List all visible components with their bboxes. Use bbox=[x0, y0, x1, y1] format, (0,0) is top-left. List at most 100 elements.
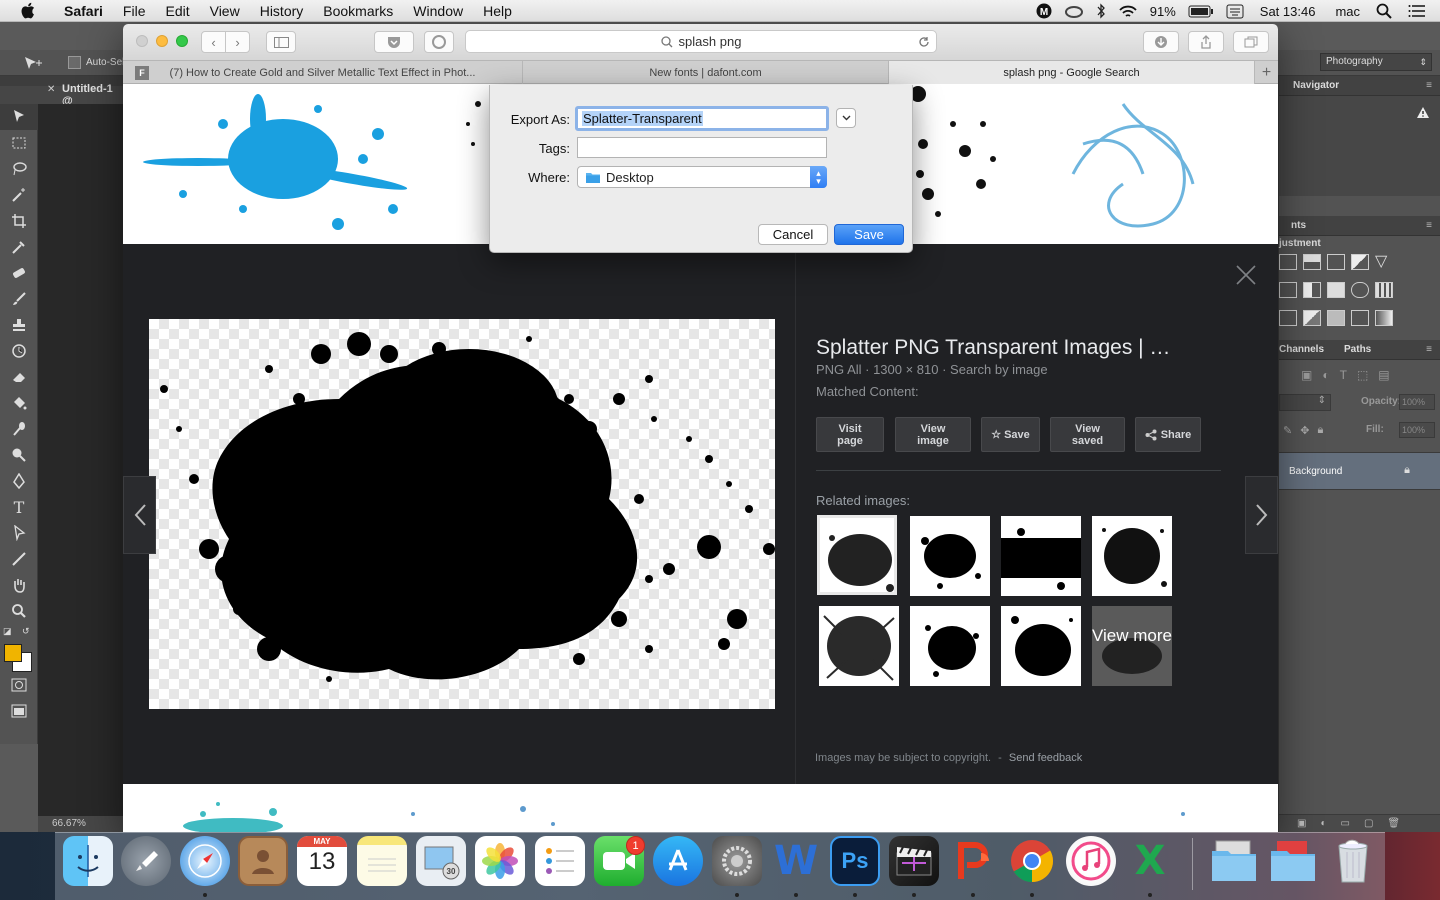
line-tool-icon[interactable] bbox=[0, 546, 38, 572]
doc-close-icon[interactable]: ✕ bbox=[47, 84, 55, 95]
gradient-map-icon[interactable] bbox=[1375, 310, 1393, 326]
tab-dafont[interactable]: New fonts | dafont.com bbox=[523, 61, 889, 84]
shape-filter-icon[interactable]: ⬚ bbox=[1357, 368, 1368, 382]
menu-view[interactable]: View bbox=[200, 3, 250, 19]
type-filter-icon[interactable]: T bbox=[1340, 368, 1347, 382]
crop-tool-icon[interactable] bbox=[0, 208, 38, 234]
wifi-icon[interactable] bbox=[1112, 0, 1144, 22]
default-colors-icon[interactable]: ◪ bbox=[3, 626, 12, 637]
save-image-button[interactable]: ☆ Save bbox=[981, 417, 1040, 452]
move-tool-icon[interactable] bbox=[0, 104, 38, 130]
invert-icon[interactable] bbox=[1279, 310, 1297, 326]
auto-select-checkbox[interactable] bbox=[68, 56, 81, 69]
launchpad-icon[interactable] bbox=[121, 836, 171, 886]
photoshop-icon[interactable]: Ps bbox=[830, 836, 880, 886]
brush-tool-icon[interactable] bbox=[0, 286, 38, 312]
panel-menu-icon[interactable]: ≡ bbox=[1426, 344, 1432, 355]
marquee-tool-icon[interactable] bbox=[0, 130, 38, 156]
move-tool-icon[interactable] bbox=[22, 55, 44, 74]
visit-page-button[interactable]: Visit page bbox=[816, 417, 884, 452]
menu-app-name[interactable]: Safari bbox=[54, 3, 113, 19]
related-image-thumbnail[interactable] bbox=[817, 515, 897, 595]
powerpoint-icon[interactable] bbox=[948, 836, 998, 886]
next-image-button[interactable] bbox=[1245, 476, 1278, 554]
lock-position-icon[interactable]: ✥ bbox=[1300, 424, 1309, 437]
screen-mode-icon[interactable] bbox=[0, 698, 38, 724]
word-icon[interactable]: W bbox=[771, 836, 821, 886]
blend-mode-select[interactable]: ⇕ bbox=[1279, 394, 1331, 411]
dodge-tool-icon[interactable] bbox=[0, 442, 38, 468]
user-name[interactable]: mac bbox=[1325, 0, 1370, 22]
lasso-tool-icon[interactable] bbox=[0, 156, 38, 182]
tags-input[interactable] bbox=[577, 137, 827, 158]
selective-color-icon[interactable] bbox=[1351, 310, 1369, 326]
eyedropper-tool-icon[interactable] bbox=[0, 234, 38, 260]
workspace-select[interactable]: Photography ⇕ bbox=[1320, 53, 1432, 71]
smart-object-filter-icon[interactable]: ▤ bbox=[1378, 368, 1389, 382]
calendar-icon[interactable]: MAY 13 bbox=[297, 836, 347, 886]
share-button[interactable] bbox=[1188, 31, 1224, 53]
menu-history[interactable]: History bbox=[250, 3, 314, 19]
creative-cloud-icon[interactable] bbox=[1058, 0, 1090, 22]
related-image-thumbnail[interactable] bbox=[1092, 516, 1172, 596]
keyboard-input-icon[interactable] bbox=[1220, 0, 1250, 22]
channels-tab[interactable]: Channels bbox=[1279, 344, 1334, 355]
curves-icon[interactable] bbox=[1327, 254, 1345, 270]
smudge-tool-icon[interactable] bbox=[0, 416, 38, 442]
preview-icon[interactable]: 30 bbox=[416, 836, 466, 886]
hue-saturation-icon[interactable] bbox=[1279, 282, 1297, 298]
color-swatches[interactable]: ◪ ↺ bbox=[0, 624, 37, 672]
final-cut-icon[interactable] bbox=[889, 836, 939, 886]
share-result-button[interactable]: Share bbox=[1135, 417, 1201, 452]
black-white-icon[interactable] bbox=[1327, 282, 1345, 298]
related-image-thumbnail[interactable] bbox=[910, 516, 990, 596]
send-feedback-link[interactable]: Send feedback bbox=[1009, 752, 1082, 764]
pocket-extension-button[interactable] bbox=[374, 31, 414, 53]
documents-stack-icon[interactable] bbox=[1268, 836, 1318, 886]
delete-layer-icon[interactable]: 🗑︎ bbox=[1387, 818, 1400, 829]
previous-image-button[interactable] bbox=[123, 476, 156, 554]
layer-row-background[interactable]: Background 🔒︎ bbox=[1279, 452, 1440, 490]
channel-mixer-icon[interactable] bbox=[1351, 282, 1369, 298]
downloads-stack-icon[interactable] bbox=[1209, 836, 1259, 886]
related-image-thumbnail[interactable] bbox=[819, 606, 899, 686]
menu-bookmarks[interactable]: Bookmarks bbox=[313, 3, 403, 19]
pixel-filter-icon[interactable]: ▣ bbox=[1301, 368, 1312, 382]
eraser-tool-icon[interactable] bbox=[0, 364, 38, 390]
excel-icon[interactable]: X bbox=[1125, 836, 1175, 886]
healing-brush-tool-icon[interactable] bbox=[0, 260, 38, 286]
color-lookup-icon[interactable] bbox=[1375, 282, 1393, 298]
reload-icon[interactable] bbox=[918, 36, 930, 48]
close-panel-button[interactable] bbox=[1235, 264, 1257, 289]
new-layer-icon[interactable]: ▢ bbox=[1364, 818, 1373, 829]
threshold-icon[interactable] bbox=[1327, 310, 1345, 326]
app-store-icon[interactable] bbox=[653, 836, 703, 886]
itunes-icon[interactable] bbox=[1066, 836, 1116, 886]
chrome-icon[interactable] bbox=[1007, 836, 1057, 886]
menu-file[interactable]: File bbox=[113, 3, 156, 19]
notes-icon[interactable] bbox=[357, 836, 407, 886]
levels-icon[interactable] bbox=[1303, 254, 1321, 270]
save-button[interactable]: Save bbox=[834, 224, 904, 245]
photos-icon[interactable] bbox=[475, 836, 525, 886]
lock-pixels-icon[interactable]: ✎ bbox=[1283, 424, 1292, 437]
adjustments-panel-header[interactable]: nts ≡ bbox=[1279, 216, 1440, 236]
clone-stamp-tool-icon[interactable] bbox=[0, 312, 38, 338]
show-all-tabs-button[interactable] bbox=[1233, 31, 1269, 53]
battery-icon[interactable] bbox=[1182, 0, 1220, 22]
new-tab-button[interactable]: + bbox=[1255, 61, 1278, 84]
finder-icon[interactable] bbox=[63, 836, 113, 886]
pen-tool-icon[interactable] bbox=[0, 468, 38, 494]
menu-window[interactable]: Window bbox=[403, 3, 473, 19]
safari-icon[interactable] bbox=[180, 836, 230, 886]
foreground-color-swatch[interactable] bbox=[4, 644, 22, 662]
result-title[interactable]: Splatter PNG Transparent Images | … bbox=[816, 336, 1170, 360]
view-image-button[interactable]: View image bbox=[895, 417, 971, 452]
adjustment-filter-icon[interactable]: ◐ bbox=[1322, 368, 1329, 382]
posterize-icon[interactable] bbox=[1303, 310, 1321, 326]
minimize-window-button[interactable] bbox=[156, 35, 168, 47]
brightness-icon[interactable] bbox=[1279, 254, 1297, 270]
navigator-panel-header[interactable]: Navigator ≡ bbox=[1279, 76, 1440, 96]
related-image-thumbnail[interactable] bbox=[1001, 606, 1081, 686]
path-selection-tool-icon[interactable] bbox=[0, 520, 38, 546]
